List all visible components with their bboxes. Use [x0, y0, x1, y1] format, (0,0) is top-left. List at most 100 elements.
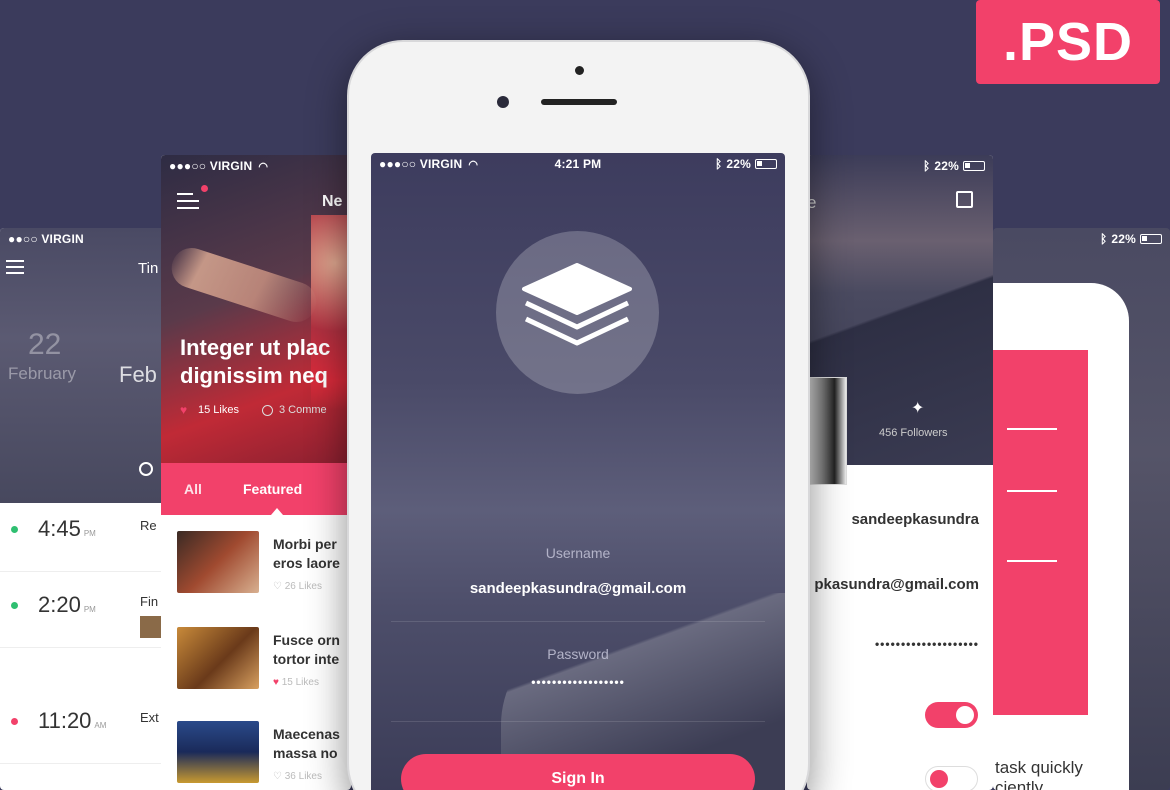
likes-count: 15 Likes	[281, 677, 319, 688]
list-item[interactable]: Morbi per eros laore ♡ 26 Likes	[161, 521, 351, 617]
likes-count: 26 Likes	[284, 581, 322, 592]
wifi-icon: ◠	[258, 160, 269, 173]
bluetooth-icon: ᛒ	[1099, 232, 1108, 246]
edit-icon[interactable]	[956, 191, 973, 208]
news-title-2: eros laore	[273, 555, 340, 571]
onboarding-text-1: task quickly	[995, 758, 1083, 777]
header-title: Ne	[322, 193, 343, 210]
news-screen: ●●●○○ VIRGIN ◠ Ne Integer ut plac dignis…	[161, 155, 351, 790]
hero-headline-1: Integer ut plac	[180, 335, 331, 360]
pink-panel	[993, 350, 1088, 715]
notification-dot	[201, 185, 208, 192]
username-label: Username	[545, 545, 611, 561]
profile-username: sandeepkasundra	[851, 511, 979, 528]
layers-icon	[522, 263, 632, 346]
list-item[interactable]: Fusce orn tortor inte ♥ 15 Likes	[161, 617, 351, 713]
date-day: 22	[28, 328, 62, 361]
header-title: Tin	[138, 260, 159, 277]
battery-icon	[963, 161, 985, 171]
twitter-icon[interactable]: ✦	[911, 398, 924, 418]
news-thumbnail	[177, 627, 259, 689]
toggle-switch-off[interactable]	[925, 766, 978, 790]
profile-password: ••••••••••••••••••••	[874, 637, 979, 651]
comment-icon[interactable]	[262, 405, 273, 416]
password-label: Password	[547, 646, 609, 662]
list-item[interactable]: 4:45 PM Re	[0, 498, 170, 572]
list-item[interactable]: 2:20 PM Fin	[0, 574, 170, 648]
news-thumbnail	[177, 531, 259, 593]
battery-label: 22%	[1111, 232, 1136, 246]
status-bar: ᛒ 22%	[807, 155, 993, 177]
hero-arm	[166, 242, 322, 328]
profile-screen: ᛒ 22% e ✦ 456 Followers sandeepkasundra p…	[807, 155, 993, 790]
comments-count: 3 Comme	[279, 404, 327, 416]
news-title-1: Fusce orn	[273, 632, 340, 648]
carrier-label: ●●●○○ VIRGIN	[169, 159, 253, 173]
ampm-label: AM	[94, 721, 107, 730]
toggle-switch-on[interactable]	[925, 702, 978, 728]
status-dot	[11, 602, 18, 609]
menu-icon[interactable]	[6, 260, 24, 274]
event-text: Ext	[140, 710, 159, 725]
status-dot	[11, 526, 18, 533]
sign-in-button[interactable]: Sign In	[401, 754, 755, 790]
profile-email: pkasundra@gmail.com	[814, 576, 979, 593]
time-label: 2:20	[38, 592, 81, 617]
battery-icon	[1140, 234, 1162, 244]
status-dot	[11, 718, 18, 725]
psd-badge: .PSD	[976, 0, 1160, 84]
category-tabs: All Featured	[161, 463, 351, 515]
list-item[interactable]: Maecenas massa no ♡ 36 Likes	[161, 711, 351, 790]
tab-indicator	[271, 508, 283, 515]
likes-count: 36 Likes	[284, 771, 322, 782]
followers-count: 456 Followers	[879, 427, 948, 439]
phone-speaker	[541, 99, 617, 105]
status-bar: ●●○○ VIRGIN	[0, 228, 170, 250]
divider	[391, 621, 765, 622]
ampm-label: PM	[83, 529, 96, 538]
event-text: Fin	[140, 594, 159, 609]
news-title-2: massa no	[273, 745, 338, 761]
heart-icon[interactable]: ♡	[273, 581, 282, 592]
phone-camera	[575, 66, 584, 75]
likes-count: 15 Likes	[198, 404, 239, 416]
news-title-1: Morbi per	[273, 536, 337, 552]
news-title-2: tortor inte	[273, 651, 340, 667]
news-title-1: Maecenas	[273, 726, 340, 742]
phone-front-camera	[497, 96, 509, 108]
app-logo	[496, 231, 659, 394]
onboarding-screen: ᛒ 22% task quickly ciently	[993, 228, 1170, 790]
battery-icon	[755, 159, 777, 169]
heart-icon[interactable]: ♡	[273, 771, 282, 782]
battery-label: 22%	[934, 159, 959, 173]
heart-icon[interactable]: ♥	[273, 677, 279, 688]
ampm-label: PM	[83, 605, 96, 614]
clock-label: 4:21 PM	[554, 157, 602, 171]
date-month: February	[8, 364, 77, 383]
status-bar: ●●●○○ VIRGIN ◠ 4:21 PM ᛒ 22%	[371, 153, 785, 175]
list-item[interactable]: 11:20 AM Ext	[0, 690, 170, 764]
password-field[interactable]: ••••••••••••••••••	[371, 675, 785, 689]
carrier-label: ●●○○ VIRGIN	[8, 232, 84, 246]
username-field[interactable]: sandeepkasundra@gmail.com	[371, 580, 785, 597]
status-bar: ●●●○○ VIRGIN ◠	[161, 155, 351, 177]
clock-icon	[139, 462, 153, 476]
status-bar: ᛒ 22%	[993, 228, 1170, 250]
tab-all[interactable]: All	[184, 481, 202, 497]
event-thumbnail	[140, 616, 162, 638]
tab-featured[interactable]: Featured	[243, 481, 302, 497]
time-label: 4:45	[38, 516, 81, 541]
date-month-alt: Feb	[119, 362, 157, 387]
calendar-screen: ●●○○ VIRGIN Tin 22 February Feb 4:45 PM R…	[0, 228, 170, 790]
event-text: Re	[140, 518, 157, 533]
bluetooth-icon: ᛒ	[922, 159, 931, 173]
news-thumbnail	[177, 721, 259, 783]
time-label: 11:20	[38, 708, 92, 733]
hero-headline-2: dignissim neq	[180, 363, 328, 388]
divider	[391, 721, 765, 722]
avatar[interactable]	[807, 377, 847, 485]
heart-icon[interactable]: ♥	[180, 403, 187, 417]
menu-icon[interactable]	[177, 185, 208, 209]
onboarding-text-2: ciently	[995, 778, 1044, 790]
login-screen: ●●●○○ VIRGIN ◠ 4:21 PM ᛒ 22% Username san…	[371, 153, 785, 790]
